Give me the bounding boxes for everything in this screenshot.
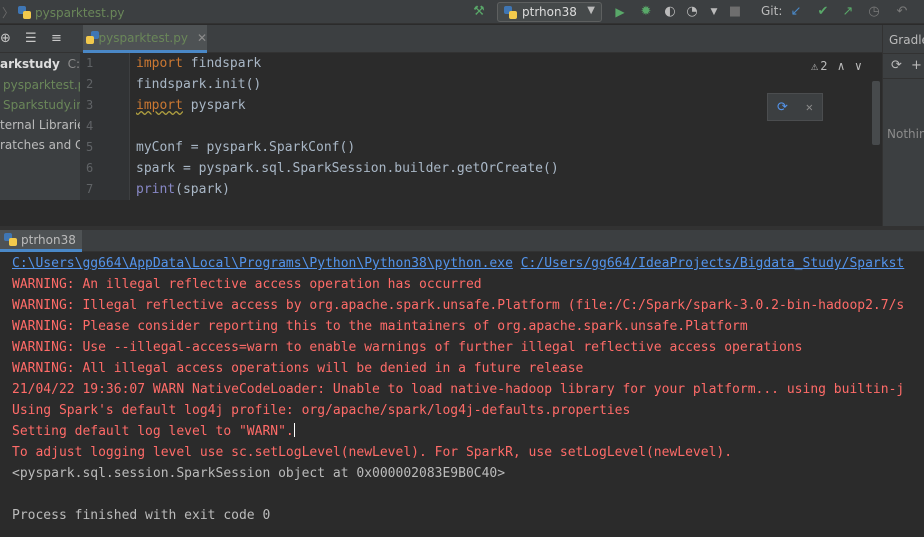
warning-triangle-icon: ⚠ <box>811 59 819 73</box>
git-update-icon[interactable]: ↙ <box>787 3 805 21</box>
code-line: myConf = pyspark.SparkConf() <box>136 140 356 155</box>
line-number: 6 <box>86 161 94 175</box>
warning-count: 2 <box>820 59 828 73</box>
console-command-line: C:\Users\gg664\AppData\Local\Programs\Py… <box>12 253 904 274</box>
tree-item-external-libraries[interactable]: ternal Libraries <box>0 115 80 135</box>
tree-item-project-root[interactable]: arkstudy C:\U <box>0 54 80 74</box>
add-icon[interactable]: + <box>911 58 922 73</box>
chevron-down-icon: ▼ <box>587 5 595 16</box>
close-icon[interactable]: ✕ <box>197 31 207 45</box>
console-line: WARNING: Please consider reporting this … <box>12 319 748 334</box>
console-line: Setting default log level to "WARN". <box>12 423 295 439</box>
editor-tab-pysparktest[interactable]: pysparktest.py ✕ <box>83 25 207 53</box>
git-push-icon[interactable]: ↗ <box>839 3 857 21</box>
debug-bug-icon[interactable]: ✹ <box>637 3 655 21</box>
run-console[interactable]: C:\Users\gg664\AppData\Local\Programs\Py… <box>0 253 924 537</box>
next-highlight-icon[interactable]: ∨ <box>855 59 862 73</box>
line-number: 4 <box>86 119 94 133</box>
gradle-empty-text: Nothing <box>887 127 924 141</box>
line-number: 2 <box>86 77 94 91</box>
gradle-toolbar: ⟳ + <box>883 53 924 79</box>
python-file-icon <box>18 6 32 19</box>
editor-scrollbar-thumb[interactable] <box>872 81 880 145</box>
python-console-popup: ⟳ ✕ <box>767 93 823 121</box>
inspection-widget[interactable]: ⚠ 2 ∧ ∨ <box>811 59 862 73</box>
tree-item-sparkstudy-iml[interactable]: Sparkstudy.im <box>3 95 80 115</box>
console-line: Using Spark's default log4j profile: org… <box>12 403 631 418</box>
run-configuration-label: ptrhon38 <box>522 5 577 19</box>
gradle-panel: Gradle ⟳ + Nothing <box>882 25 924 226</box>
breadcrumb-file-name[interactable]: pysparktest.py <box>35 6 124 20</box>
refresh-icon[interactable]: ⟳ <box>891 58 902 73</box>
code-line: findspark.init() <box>136 77 262 92</box>
git-commit-icon[interactable]: ✔ <box>814 3 832 21</box>
main-toolbar: 〉 pysparktest.py ⚒ ptrhon38 ▼ ▶ ✹ ◐ ◔ ▼ … <box>0 0 924 24</box>
breadcrumb[interactable]: 〉 pysparktest.py <box>0 4 124 21</box>
python-icon <box>504 5 517 19</box>
git-history-icon[interactable]: ◷ <box>865 3 883 21</box>
build-hammer-icon[interactable]: ⚒ <box>470 3 488 21</box>
tree-item-pysparktest[interactable]: pysparktest.py <box>3 75 80 95</box>
console-result-line: <pyspark.sql.session.SparkSession object… <box>12 466 506 481</box>
code-line: import findspark <box>136 56 262 71</box>
line-number: 7 <box>86 182 94 196</box>
run-tool-tabbar: ptrhon38 <box>0 230 924 252</box>
python-icon <box>4 233 17 246</box>
python-file-icon <box>86 31 98 44</box>
run-configuration-select[interactable]: ptrhon38 ▼ <box>497 2 602 22</box>
script-path-link[interactable]: C:/Users/gg664/IdeaProjects/Bigdata_Stud… <box>521 256 905 271</box>
code-line: import pyspark <box>136 98 246 113</box>
collapse-all-icon[interactable]: ≡ <box>51 31 62 46</box>
stop-icon[interactable]: ■ <box>726 3 744 21</box>
line-number: 5 <box>86 140 94 154</box>
coverage-icon[interactable]: ◐ <box>661 3 679 21</box>
console-line: WARNING: An illegal reflective access op… <box>12 277 482 292</box>
console-line: WARNING: All illegal access operations w… <box>12 361 584 376</box>
editor-empty-area <box>0 200 882 226</box>
close-icon[interactable]: ✕ <box>806 100 813 114</box>
profile-icon[interactable]: ◔ <box>683 3 701 21</box>
tree-item-scratches[interactable]: ratches and Co <box>0 135 80 155</box>
chevron-right-icon: 〉 <box>2 6 15 20</box>
run-tab-label: ptrhon38 <box>21 232 76 247</box>
editor-tab-strip: pysparktest.py ✕ <box>80 25 882 53</box>
editor-tab-label: pysparktest.py <box>98 30 188 45</box>
interpreter-path-link[interactable]: C:\Users\gg664\AppData\Local\Programs\Py… <box>12 256 513 271</box>
line-number: 3 <box>86 98 94 112</box>
project-toolbar: ⊕ ☰ ≡ <box>0 25 80 53</box>
console-line: WARNING: Use --illegal-access=warn to en… <box>12 340 803 355</box>
git-label: Git: <box>761 4 783 18</box>
python-refresh-icon[interactable]: ⟳ <box>777 100 788 115</box>
line-number-gutter: 1 2 3 4 5 6 7 <box>80 53 130 200</box>
code-editor[interactable]: import findspark findspark.init() import… <box>131 53 882 200</box>
run-tab-ptrhon38[interactable]: ptrhon38 <box>0 230 82 252</box>
text-cursor <box>293 423 295 437</box>
gradle-title: Gradle <box>889 33 924 47</box>
expand-all-icon[interactable]: ☰ <box>25 31 37 46</box>
add-circle-icon[interactable]: ⊕ <box>0 31 11 46</box>
line-number: 1 <box>86 56 94 70</box>
git-rollback-icon[interactable]: ↶ <box>893 3 911 21</box>
console-line: WARNING: Illegal reflective access by or… <box>12 298 905 313</box>
console-line: To adjust logging level use sc.setLogLev… <box>12 445 733 460</box>
run-icon[interactable]: ▶ <box>611 3 629 21</box>
code-line: spark = pyspark.sql.SparkSession.builder… <box>136 161 559 176</box>
console-exit-line: Process finished with exit code 0 <box>12 508 271 523</box>
more-run-options-icon[interactable]: ▼ <box>705 3 723 21</box>
code-line: print(spark) <box>136 182 230 197</box>
console-line: 21/04/22 19:36:07 WARN NativeCodeLoader:… <box>12 382 905 397</box>
previous-highlight-icon[interactable]: ∧ <box>837 59 844 73</box>
